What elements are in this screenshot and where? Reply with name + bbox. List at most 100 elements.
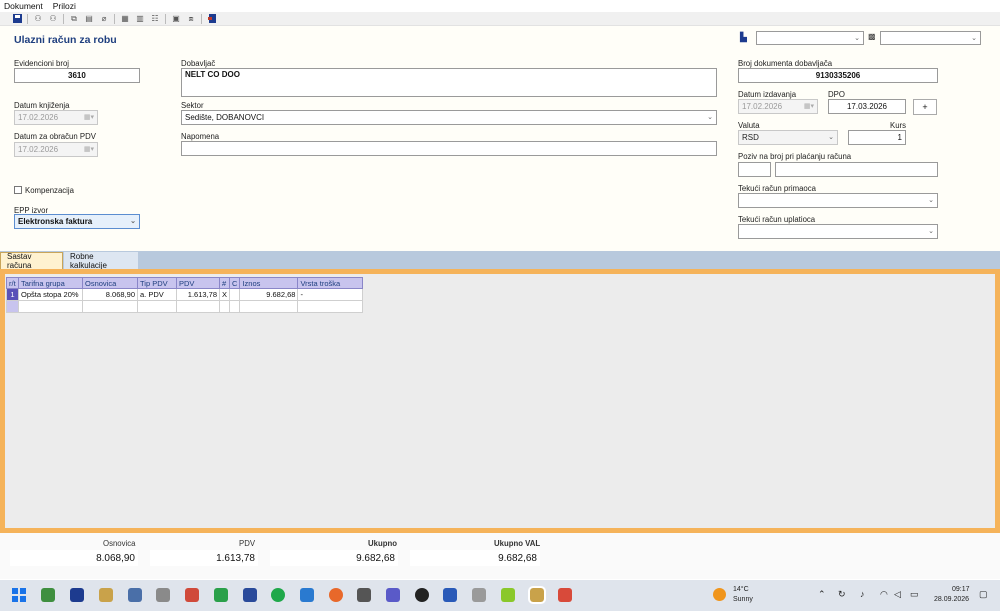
filter-icon[interactable]: ▩ bbox=[868, 32, 876, 41]
cell-empty[interactable] bbox=[82, 300, 138, 313]
save-icon[interactable] bbox=[12, 14, 22, 24]
app-icon[interactable] bbox=[99, 588, 113, 602]
chat-icon[interactable] bbox=[271, 588, 285, 602]
table-row-new[interactable] bbox=[6, 300, 364, 313]
top-combo-1[interactable]: ⌄ bbox=[756, 31, 864, 45]
cell-vrsta-troska[interactable]: - bbox=[297, 288, 364, 301]
col-pdv[interactable]: PDV bbox=[176, 277, 220, 289]
broj-dokumenta-input[interactable]: 9130335206 bbox=[738, 68, 938, 83]
col-tip-pdv[interactable]: Tip PDV bbox=[137, 277, 177, 289]
calendar-icon[interactable]: ▦▾ bbox=[84, 113, 94, 121]
kompenzacija-checkbox[interactable] bbox=[14, 186, 22, 194]
wifi-icon[interactable]: ◠ bbox=[880, 589, 888, 600]
cell-empty[interactable] bbox=[297, 300, 364, 313]
tab-sastav-racuna[interactable]: Sastav računa bbox=[0, 252, 63, 270]
datum-knjizenja-input[interactable]: 17.02.2026 ▦▾ bbox=[14, 110, 98, 125]
tree-icon[interactable]: ⧉ bbox=[69, 14, 79, 24]
copy-icon[interactable]: ▤ bbox=[84, 14, 94, 24]
sun-icon[interactable] bbox=[713, 588, 726, 601]
cell-empty[interactable] bbox=[239, 300, 299, 313]
cell-empty[interactable] bbox=[18, 300, 83, 313]
active-app-icon[interactable] bbox=[528, 586, 546, 604]
save-app-icon[interactable] bbox=[70, 588, 84, 602]
col-c[interactable]: C bbox=[228, 277, 241, 289]
calendar-icon[interactable]: ▦▾ bbox=[84, 145, 94, 153]
row-number-new[interactable] bbox=[6, 300, 19, 313]
valuta-select[interactable]: RSD ⌄ bbox=[738, 130, 838, 145]
teams-icon[interactable] bbox=[386, 588, 400, 602]
volume-icon[interactable]: ◁ bbox=[894, 589, 901, 600]
sync-icon[interactable]: ↻ bbox=[838, 589, 846, 600]
row-number[interactable]: 1 bbox=[6, 288, 19, 301]
col-iznos[interactable]: Iznos bbox=[239, 277, 299, 289]
napomena-input[interactable] bbox=[181, 141, 717, 156]
cell-c[interactable] bbox=[228, 288, 241, 301]
app-icon[interactable] bbox=[415, 588, 429, 602]
export-icon[interactable]: ⧈ bbox=[186, 14, 196, 24]
dobavljac-input[interactable]: NELT CO DOO bbox=[181, 68, 717, 97]
cell-osnovica[interactable]: 8.068,90 bbox=[82, 288, 138, 301]
windows-start-icon[interactable] bbox=[12, 588, 26, 602]
epp-izvor-select[interactable]: Elektronska faktura ⌄ bbox=[14, 214, 140, 229]
app-icon[interactable] bbox=[243, 588, 257, 602]
poziv-broj-input[interactable] bbox=[775, 162, 938, 177]
chevron-down-icon[interactable]: ⌄ bbox=[707, 113, 713, 121]
table-icon[interactable]: ☷ bbox=[150, 14, 160, 24]
col-osnovica[interactable]: Osnovica bbox=[82, 277, 138, 289]
cell-tarifna-grupa[interactable]: Opšta stopa 20% bbox=[18, 288, 83, 301]
add-icon[interactable]: ⚇ bbox=[33, 14, 43, 24]
excel-icon[interactable] bbox=[41, 588, 55, 602]
cell-pdv[interactable]: 1.613,78 bbox=[176, 288, 220, 301]
top-combo-2[interactable]: ⌄ bbox=[880, 31, 981, 45]
grid-icon[interactable]: ▦ bbox=[120, 14, 130, 24]
menu-item-prilozi[interactable]: Prilozi bbox=[53, 1, 76, 11]
dpo-input[interactable]: 17.03.2026 bbox=[828, 99, 906, 114]
cell-tip-pdv[interactable]: a. PDV bbox=[137, 288, 177, 301]
edit-icon[interactable]: ⚇ bbox=[48, 14, 58, 24]
chevron-down-icon[interactable]: ⌄ bbox=[928, 196, 934, 204]
app-icon[interactable] bbox=[185, 588, 199, 602]
chevron-down-icon[interactable]: ⌄ bbox=[130, 217, 136, 225]
datum-izdavanja-input[interactable]: 17.02.2026 ▦▾ bbox=[738, 99, 818, 114]
database-icon[interactable] bbox=[128, 588, 142, 602]
chevron-down-icon[interactable]: ⌄ bbox=[971, 34, 977, 42]
col-vrsta-troska[interactable]: Vrsta troška bbox=[297, 277, 364, 289]
tekuci-primaoca-select[interactable]: ⌄ bbox=[738, 193, 938, 208]
cell-empty[interactable] bbox=[176, 300, 220, 313]
app-icon[interactable] bbox=[472, 588, 486, 602]
notification-icon[interactable]: ▢ bbox=[979, 589, 988, 600]
cell-iznos[interactable]: 9.682,68 bbox=[239, 288, 299, 301]
chevron-down-icon[interactable]: ⌄ bbox=[854, 34, 860, 42]
list-icon[interactable]: ▥ bbox=[135, 14, 145, 24]
tab-robne-kalkulacije[interactable]: Robne kalkulacije bbox=[64, 252, 138, 270]
attach-icon[interactable]: ⌀ bbox=[99, 14, 109, 24]
mail-icon[interactable] bbox=[156, 588, 170, 602]
evidencioni-broj-input[interactable]: 3610 bbox=[14, 68, 140, 83]
table-row[interactable]: 1 Opšta stopa 20% 8.068,90 a. PDV 1.613,… bbox=[6, 288, 364, 301]
col-tarifna-grupa[interactable]: Tarifna grupa bbox=[18, 277, 83, 289]
cell-empty[interactable] bbox=[228, 300, 241, 313]
kurs-input[interactable]: 1 bbox=[848, 130, 906, 145]
poziv-model-input[interactable] bbox=[738, 162, 771, 177]
app-icon[interactable] bbox=[501, 588, 515, 602]
tekuci-uplatioca-select[interactable]: ⌄ bbox=[738, 224, 938, 239]
microphone-icon[interactable]: ♪ bbox=[860, 589, 865, 599]
chevron-up-icon[interactable]: ⌃ bbox=[818, 589, 826, 600]
sheets-icon[interactable] bbox=[214, 588, 228, 602]
cell-empty[interactable] bbox=[137, 300, 177, 313]
col-hash[interactable]: # bbox=[218, 277, 231, 289]
battery-icon[interactable]: ▭ bbox=[910, 589, 919, 600]
save-icon[interactable]: ▙ bbox=[740, 32, 747, 43]
close-icon[interactable] bbox=[207, 14, 217, 24]
chevron-down-icon[interactable]: ⌄ bbox=[828, 133, 834, 141]
document-icon[interactable] bbox=[443, 588, 457, 602]
app-icon[interactable] bbox=[558, 588, 572, 602]
datum-obracun-pdv-input[interactable]: 17.02.2026 ▦▾ bbox=[14, 142, 98, 157]
calendar-icon[interactable]: ▦▾ bbox=[804, 102, 814, 110]
col-rt[interactable]: r/t bbox=[6, 277, 19, 289]
cell-empty[interactable] bbox=[218, 300, 231, 313]
firefox-icon[interactable] bbox=[329, 588, 343, 602]
cell-hash[interactable]: X bbox=[218, 288, 231, 301]
menu-item-dokument[interactable]: Dokument bbox=[4, 1, 43, 11]
disk-icon[interactable]: ▣ bbox=[171, 14, 181, 24]
